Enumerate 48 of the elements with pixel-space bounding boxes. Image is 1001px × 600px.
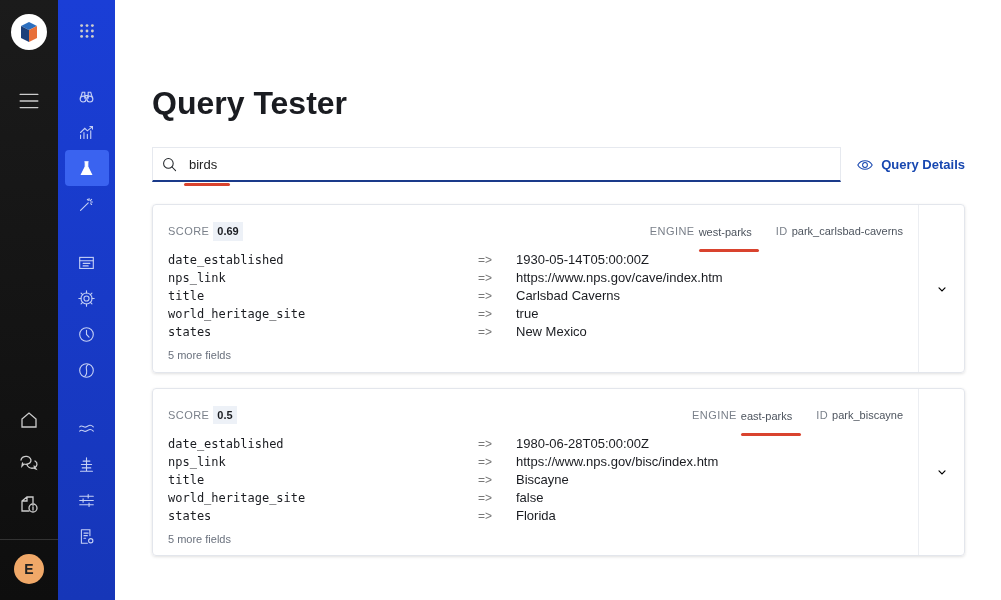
arrow-text: => bbox=[478, 489, 493, 507]
id-value: park_carlsbad-caverns bbox=[791, 224, 903, 240]
score-value: 0.69 bbox=[213, 222, 243, 241]
field-key: date_established bbox=[168, 434, 478, 453]
field-key: world_heritage_site bbox=[168, 305, 478, 324]
engine-label: ENGINE bbox=[649, 224, 695, 240]
field-value: Florida bbox=[516, 506, 557, 525]
score-label: SCORE bbox=[168, 407, 210, 423]
field-value: false bbox=[516, 488, 545, 507]
field-key: states bbox=[168, 506, 478, 525]
id-label: ID bbox=[775, 224, 788, 240]
score-label: SCORE bbox=[168, 224, 210, 240]
search-field[interactable]: birds bbox=[152, 147, 842, 183]
query-details-link[interactable]: Query Details bbox=[857, 155, 965, 175]
avatar[interactable]: E bbox=[14, 554, 44, 584]
engine-value: west-parks bbox=[698, 226, 752, 239]
field-key: title bbox=[168, 287, 478, 306]
field-value: https://www.nps.gov/cave/index.htm bbox=[516, 269, 724, 288]
field-key: world_heritage_site bbox=[168, 488, 478, 507]
score-value: 0.5 bbox=[213, 405, 237, 425]
arrow-text: => bbox=[478, 270, 493, 288]
arrow-text: => bbox=[478, 288, 493, 306]
more-fields-text: 5 more fields bbox=[168, 348, 232, 364]
arrow-text: => bbox=[478, 435, 493, 453]
field-key: nps_link bbox=[168, 452, 478, 471]
arrow-text: => bbox=[478, 306, 493, 324]
id-label: ID bbox=[816, 407, 829, 423]
arrow-text: => bbox=[478, 453, 493, 471]
field-value: true bbox=[516, 305, 540, 324]
field-value: Carlsbad Caverns bbox=[516, 287, 622, 306]
field-value: https://www.nps.gov/bisc/index.htm bbox=[516, 452, 720, 471]
field-key: nps_link bbox=[168, 269, 478, 288]
field-value: 1980-06-28T05:00:00Z bbox=[516, 434, 650, 453]
arrow-text: => bbox=[478, 252, 493, 270]
field-key: title bbox=[168, 470, 478, 489]
engine-value: east-parks bbox=[740, 409, 793, 422]
page-title: Query Tester bbox=[152, 84, 349, 123]
id-value: park_biscayne bbox=[832, 407, 903, 423]
field-key: states bbox=[168, 323, 478, 342]
field-key: date_established bbox=[168, 251, 478, 270]
arrow-text: => bbox=[478, 507, 493, 525]
field-value: 1930-05-14T05:00:00Z bbox=[516, 251, 650, 270]
arrow-text: => bbox=[478, 324, 493, 342]
engine-label: ENGINE bbox=[692, 407, 737, 423]
field-value: Biscayne bbox=[516, 470, 570, 489]
field-value: New Mexico bbox=[516, 323, 588, 342]
arrow-text: => bbox=[478, 471, 493, 489]
more-fields-text: 5 more fields bbox=[168, 531, 232, 547]
